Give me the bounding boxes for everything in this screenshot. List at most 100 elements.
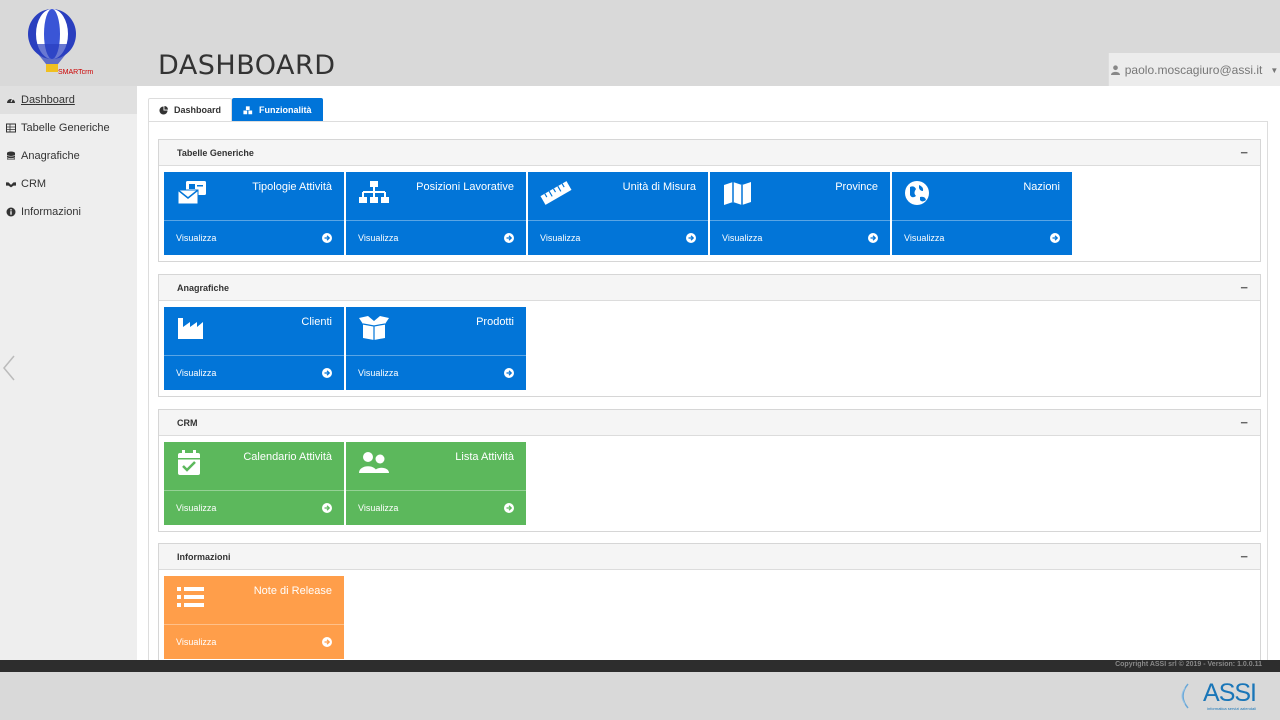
page-title: DASHBOARD	[158, 50, 336, 81]
panel-header: Tabelle Generiche −	[159, 140, 1260, 166]
main-content: Dashboard Funzionalità Tabelle Generiche…	[137, 86, 1280, 668]
tab-dashboard[interactable]: Dashboard	[148, 98, 233, 121]
sidebar-item-crm[interactable]: CRM	[0, 170, 137, 198]
sidebar-item-label: Anagrafiche	[21, 150, 80, 162]
arrow-circle-right-icon	[322, 503, 332, 513]
arrow-circle-right-icon	[868, 233, 878, 243]
panel-header: Anagrafiche −	[159, 275, 1260, 301]
card-title: Tipologie Attività	[252, 181, 332, 193]
tab-content: Tabelle Generiche − Tipologie Attività V…	[148, 121, 1268, 668]
sidebar-item-informazioni[interactable]: Informazioni	[0, 198, 137, 226]
visualizza-link[interactable]: Visualizza	[346, 355, 526, 390]
card-title: Nazioni	[1023, 181, 1060, 193]
smartcrm-logo[interactable]: SMARTcrm	[22, 8, 102, 80]
visualizza-label: Visualizza	[358, 368, 399, 378]
sidebar: Dashboard Tabelle Generiche Anagrafiche …	[0, 86, 137, 660]
arrow-circle-right-icon	[504, 233, 514, 243]
arrow-circle-right-icon	[686, 233, 696, 243]
visualizza-label: Visualizza	[176, 233, 217, 243]
panel-title: CRM	[177, 417, 198, 428]
card-posizioni-lavorative[interactable]: Posizioni Lavorative Visualizza	[346, 172, 526, 255]
visualizza-label: Visualizza	[176, 637, 217, 647]
visualizza-link[interactable]: Visualizza	[164, 355, 344, 390]
panel-title: Anagrafiche	[177, 282, 230, 293]
info-icon	[6, 207, 16, 217]
panel-title: Informazioni	[177, 551, 231, 562]
visualizza-label: Visualizza	[358, 233, 399, 243]
collapse-button[interactable]: −	[1240, 145, 1248, 160]
card-clienti[interactable]: Clienti Visualizza	[164, 307, 344, 390]
card-title: Posizioni Lavorative	[416, 181, 514, 193]
visualizza-label: Visualizza	[540, 233, 581, 243]
handshake-icon	[6, 182, 16, 188]
card-note-di-release[interactable]: Note di Release Visualizza	[164, 576, 344, 659]
sidebar-item-label: Dashboard	[21, 94, 75, 106]
arrow-circle-right-icon	[322, 233, 332, 243]
globe-icon	[905, 181, 929, 205]
panel-anagrafiche: Anagrafiche − Clienti Visualizza Prodott…	[158, 274, 1261, 397]
ruler-icon	[540, 181, 572, 205]
visualizza-link[interactable]: Visualizza	[164, 624, 344, 659]
card-calendario-attivita[interactable]: Calendario Attività Visualizza	[164, 442, 344, 525]
user-menu[interactable]: paolo.moscagiuro@assi.it ▼	[1108, 53, 1280, 87]
visualizza-label: Visualizza	[176, 368, 217, 378]
envelope-card-icon	[177, 181, 206, 205]
cubes-icon	[243, 105, 253, 114]
assi-brand: ASSI	[1203, 679, 1257, 707]
footer-bar	[0, 660, 1280, 672]
card-province[interactable]: Province Visualizza	[710, 172, 890, 255]
card-tipologie-attivita[interactable]: Tipologie Attività Visualizza	[164, 172, 344, 255]
tab-label: Dashboard	[174, 105, 222, 115]
arrow-circle-right-icon	[1050, 233, 1060, 243]
database-icon	[6, 151, 16, 160]
sidebar-item-tabelle-generiche[interactable]: Tabelle Generiche	[0, 114, 137, 142]
collapse-button[interactable]: −	[1240, 549, 1248, 564]
card-title: Calendario Attività	[243, 451, 332, 463]
tab-bar: Dashboard Funzionalità	[148, 98, 323, 121]
list-icon	[177, 587, 204, 607]
tab-funzionalita[interactable]: Funzionalità	[232, 98, 323, 121]
card-nazioni[interactable]: Nazioni Visualizza	[892, 172, 1072, 255]
card-title: Lista Attività	[455, 451, 514, 463]
dashboard-icon	[7, 97, 15, 103]
copyright-text: Copyright ASSI srl © 2019 - Version: 1.0…	[1115, 661, 1262, 668]
visualizza-link[interactable]: Visualizza	[164, 220, 344, 255]
card-title: Clienti	[301, 316, 332, 328]
table-icon	[6, 123, 16, 133]
chevron-left-icon[interactable]	[2, 355, 16, 381]
panel-informazioni: Informazioni − Note di Release Visualizz…	[158, 543, 1261, 668]
arrow-circle-right-icon	[504, 368, 514, 378]
panel-tabelle-generiche: Tabelle Generiche − Tipologie Attività V…	[158, 139, 1261, 262]
users-icon	[359, 452, 389, 473]
arrow-circle-right-icon	[322, 637, 332, 647]
visualizza-link[interactable]: Visualizza	[164, 490, 344, 525]
visualizza-link[interactable]: Visualizza	[346, 220, 526, 255]
arrow-circle-right-icon	[322, 368, 332, 378]
user-email: paolo.moscagiuro@assi.it	[1124, 63, 1263, 77]
visualizza-link[interactable]: Visualizza	[710, 220, 890, 255]
map-icon	[724, 182, 751, 205]
app-root: SMARTcrm DASHBOARD paolo.moscagiuro@assi…	[0, 0, 1280, 720]
card-unita-di-misura[interactable]: Unità di Misura Visualizza	[528, 172, 708, 255]
sidebar-item-anagrafiche[interactable]: Anagrafiche	[0, 142, 137, 170]
tab-label: Funzionalità	[259, 105, 312, 115]
card-prodotti[interactable]: Prodotti Visualizza	[346, 307, 526, 390]
visualizza-label: Visualizza	[358, 503, 399, 513]
card-title: Prodotti	[476, 316, 514, 328]
visualizza-link[interactable]: Visualizza	[346, 490, 526, 525]
visualizza-link[interactable]: Visualizza	[528, 220, 708, 255]
panel-header: Informazioni −	[159, 544, 1260, 570]
panel-header: CRM −	[159, 410, 1260, 436]
card-title: Unità di Misura	[622, 181, 696, 193]
collapse-button[interactable]: −	[1240, 415, 1248, 430]
collapse-button[interactable]: −	[1240, 280, 1248, 295]
assi-logo-mark	[1181, 683, 1189, 709]
card-title: Province	[835, 181, 878, 193]
panel-title: Tabelle Generiche	[177, 147, 254, 158]
sidebar-item-label: CRM	[21, 178, 47, 190]
sidebar-item-dashboard[interactable]: Dashboard	[0, 86, 137, 114]
industry-icon	[178, 318, 203, 339]
box-open-icon	[359, 316, 389, 340]
visualizza-link[interactable]: Visualizza	[892, 220, 1072, 255]
card-lista-attivita[interactable]: Lista Attività Visualizza	[346, 442, 526, 525]
